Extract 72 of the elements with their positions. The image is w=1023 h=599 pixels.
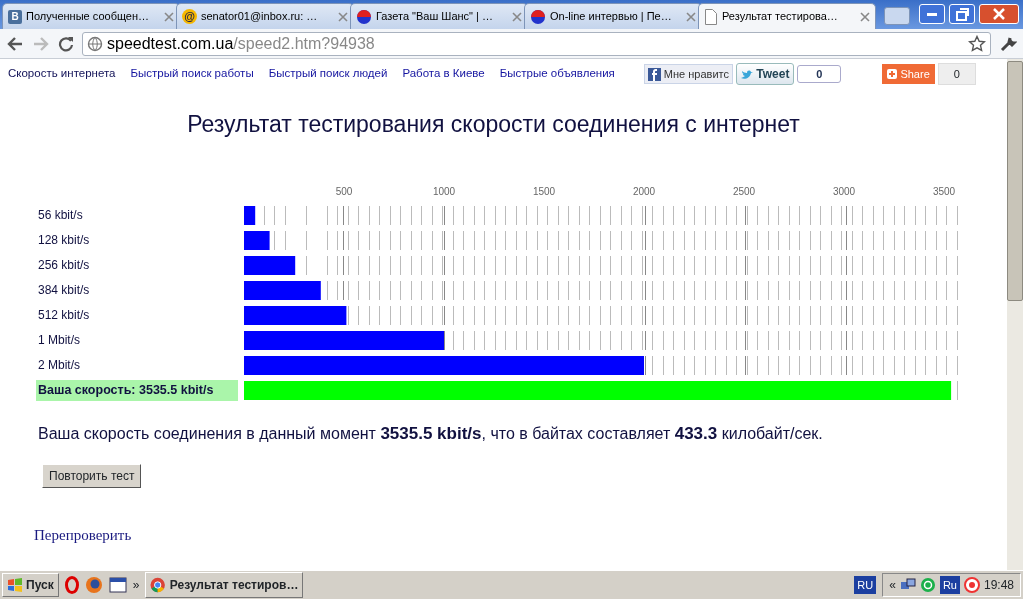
tick-label: 500 [335, 185, 353, 197]
nav-link-text[interactable]: Быстрые объявления [499, 65, 615, 83]
row-label: 1 Mbit/s [37, 332, 81, 350]
chart-bar [244, 205, 256, 225]
row-label: 512 kbit/s [37, 307, 91, 325]
row-label: 2 Mbit/s [37, 357, 81, 375]
taskbar-button[interactable]: Результат тестиров… [145, 572, 304, 598]
nav-link-text[interactable]: Скорость интернета [8, 65, 116, 83]
tweet-count: 0 [797, 64, 842, 84]
row-label: 256 kbit/s [37, 257, 91, 275]
keyboard-language[interactable]: Ru [939, 575, 960, 595]
chrome-icon [150, 577, 166, 593]
row-label: 56 kbit/s [37, 207, 84, 225]
address-bar[interactable]: speedtest.com.ua/speed2.htm?94938 [82, 31, 991, 56]
tick-label: 3500 [932, 185, 956, 197]
minimize-icon [927, 12, 937, 16]
opera-icon[interactable] [64, 576, 79, 594]
globe-icon [87, 35, 103, 52]
tweet-button[interactable]: Tweet [735, 63, 795, 85]
minimize-button[interactable] [919, 4, 945, 24]
tick-label: 3000 [832, 185, 856, 197]
nav-link-text[interactable]: Работа в Киеве [402, 65, 485, 83]
close-icon[interactable] [338, 11, 348, 22]
scrollbar[interactable] [1007, 59, 1023, 570]
firefox-icon[interactable] [84, 576, 103, 594]
ring-icon[interactable] [963, 577, 980, 593]
new-tab-button[interactable] [884, 7, 910, 25]
back-icon[interactable] [6, 35, 24, 52]
plus-icon [887, 69, 898, 79]
row-label: Ваша скорость: 3535.5 kbit/s [36, 379, 238, 401]
start-button[interactable]: Пуск [2, 573, 59, 597]
chart-bar [244, 230, 270, 250]
star-icon[interactable] [968, 34, 986, 53]
close-button[interactable] [979, 4, 1019, 24]
row-label: 384 kbit/s [37, 282, 91, 300]
tick-label: 2500 [732, 185, 756, 197]
nav-link-text[interactable]: Быстрый поиск людей [268, 65, 388, 83]
page-heading: Результат тестирования скорости соединения с интернет [186, 111, 801, 139]
restore-button[interactable] [949, 4, 975, 24]
recheck-link[interactable]: Перепроверить [34, 524, 132, 547]
close-icon [993, 8, 1005, 20]
reload-icon[interactable] [58, 35, 74, 52]
share-count: 0 [937, 62, 976, 86]
clock: 19:48 [983, 577, 1014, 594]
language-indicator[interactable]: RU [854, 575, 877, 595]
browser-tab[interactable]: Результат тестирова… [698, 3, 876, 29]
windows-flag-icon [7, 578, 23, 592]
close-icon[interactable] [512, 11, 522, 22]
tick-label: 2000 [632, 185, 656, 197]
tab-icon: В [8, 9, 22, 24]
circle-icon [356, 8, 372, 25]
tick-label: 1500 [532, 185, 556, 197]
overflow-chevron[interactable]: » [132, 576, 140, 594]
like-button[interactable]: Мне нравитс [643, 63, 733, 85]
close-icon[interactable] [164, 11, 174, 22]
close-icon[interactable] [686, 11, 696, 22]
tab-icon: @ [182, 9, 197, 24]
target-icon[interactable] [919, 577, 936, 593]
facebook-icon [647, 67, 661, 81]
circle-icon [530, 8, 546, 25]
tray-expand-button[interactable]: « [889, 576, 896, 594]
retest-button[interactable]: Повторить тест [42, 464, 142, 489]
row-label: 128 kbit/s [37, 232, 91, 250]
window-icon[interactable] [108, 577, 127, 593]
bird-icon [740, 69, 753, 80]
close-icon[interactable] [860, 11, 870, 22]
page-icon [704, 8, 718, 25]
speed-summary: Ваша скорость соединения в данный момент 3535.5 kbit/s, что в байтах составляет 433.3 килобайт/сек. [38, 422, 824, 445]
nav-link-text[interactable]: Быстрый поиск работы [130, 65, 254, 83]
restore-icon [955, 7, 969, 21]
chart-bar [244, 255, 296, 275]
tick-label: 1000 [432, 185, 456, 197]
